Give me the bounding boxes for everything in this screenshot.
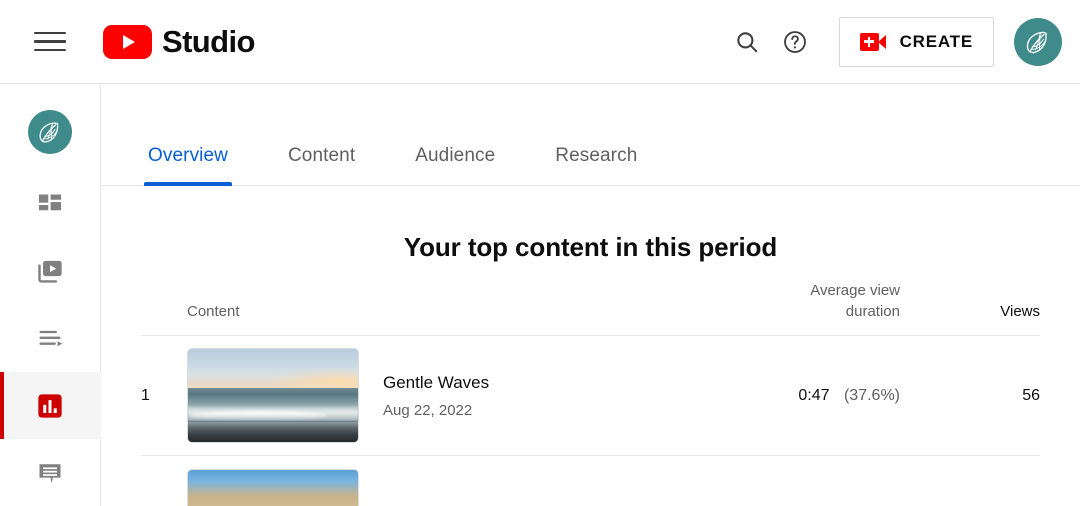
top-content-table: Content Average view duration Views 1 Ge… [141, 263, 1040, 506]
video-meta: Gentle Waves Aug 22, 2022 [383, 372, 489, 419]
avd-header-line1: Average view [810, 281, 900, 299]
video-publish-date: Aug 22, 2022 [383, 402, 473, 420]
sidebar-item-playlists[interactable] [0, 305, 101, 372]
table-row[interactable]: 2 [141, 456, 1040, 506]
dashboard-grid-icon [38, 194, 62, 211]
studio-brand-link[interactable]: Studio [103, 24, 255, 60]
avd-value: 0:47 [798, 386, 830, 404]
column-header-views[interactable]: Views [900, 301, 1040, 323]
header-actions: CREATE [723, 16, 1080, 67]
row-content-cell [187, 468, 1040, 506]
analytics-tab-bar: Overview Content Audience Research [101, 85, 1080, 186]
playlist-icon [39, 330, 63, 347]
youtube-logo-icon [103, 24, 152, 59]
sidebar-item-analytics[interactable] [0, 372, 101, 440]
comment-bubble-icon [39, 463, 61, 484]
tab-content[interactable]: Content [288, 145, 355, 185]
account-avatar[interactable] [1014, 17, 1062, 66]
sidebar-avatar [28, 110, 72, 155]
hamburger-line [34, 40, 66, 43]
video-thumbnail[interactable] [187, 468, 359, 506]
create-button[interactable]: CREATE [838, 16, 994, 67]
plus-glyph [864, 36, 875, 47]
brand-label: Studio [162, 23, 255, 59]
row-average-view-duration: 0:47 (37.6%) [690, 387, 900, 405]
tab-overview[interactable]: Overview [144, 145, 232, 186]
video-camera-plus-icon [859, 32, 886, 51]
camera-body [859, 32, 879, 51]
avd-percentage: (37.6%) [843, 386, 900, 404]
thumbnail-wave-foam-crest [191, 411, 328, 420]
sidebar-item-channel-avatar[interactable] [0, 97, 101, 168]
top-header-bar: Studio CREATE [0, 0, 1080, 84]
video-library-icon [38, 260, 62, 283]
column-header-average-view-duration[interactable]: Average view duration [690, 280, 900, 324]
page-title: Your top content in this period [403, 232, 778, 262]
tab-audience[interactable]: Audience [415, 145, 495, 185]
channel-avatar-leaf-icon [39, 122, 59, 143]
hamburger-menu-icon[interactable] [34, 29, 68, 55]
row-rank: 1 [141, 386, 150, 404]
sidebar-item-dashboard[interactable] [0, 172, 101, 239]
help-circle-icon[interactable] [771, 18, 819, 66]
thumbnail-sunset-glow [264, 367, 358, 390]
analytics-bar-chart-icon [38, 394, 62, 418]
channel-avatar-leaf-icon [1026, 31, 1047, 53]
play-triangle-icon [123, 34, 135, 49]
row-views: 56 [1022, 386, 1040, 404]
hamburger-line [34, 31, 66, 35]
sidebar-item-content[interactable] [0, 239, 101, 306]
main-content-area: Overview Content Audience Research Your … [101, 85, 1080, 506]
tab-research[interactable]: Research [555, 145, 637, 185]
row-content-cell: Gentle Waves Aug 22, 2022 [187, 348, 690, 443]
left-sidebar [0, 85, 101, 506]
avd-header-line2: duration [845, 303, 900, 321]
table-row[interactable]: 1 Gentle Waves Aug 22, 2022 0:47 (37.6%)… [141, 336, 1040, 456]
table-header-row: Content Average view duration Views [141, 263, 1040, 336]
camera-lens [877, 34, 886, 49]
thumbnail-sand [188, 421, 358, 442]
column-header-content[interactable]: Content [187, 301, 690, 323]
video-title[interactable]: Gentle Waves [383, 372, 489, 394]
hamburger-line [34, 48, 66, 52]
youtube-studio-analytics-page: Studio CREATE Overview Content Audience … [0, 0, 1080, 506]
video-thumbnail[interactable] [187, 348, 359, 443]
sidebar-item-comments[interactable] [0, 439, 101, 506]
search-icon[interactable] [723, 18, 771, 66]
create-button-label: CREATE [899, 31, 973, 51]
